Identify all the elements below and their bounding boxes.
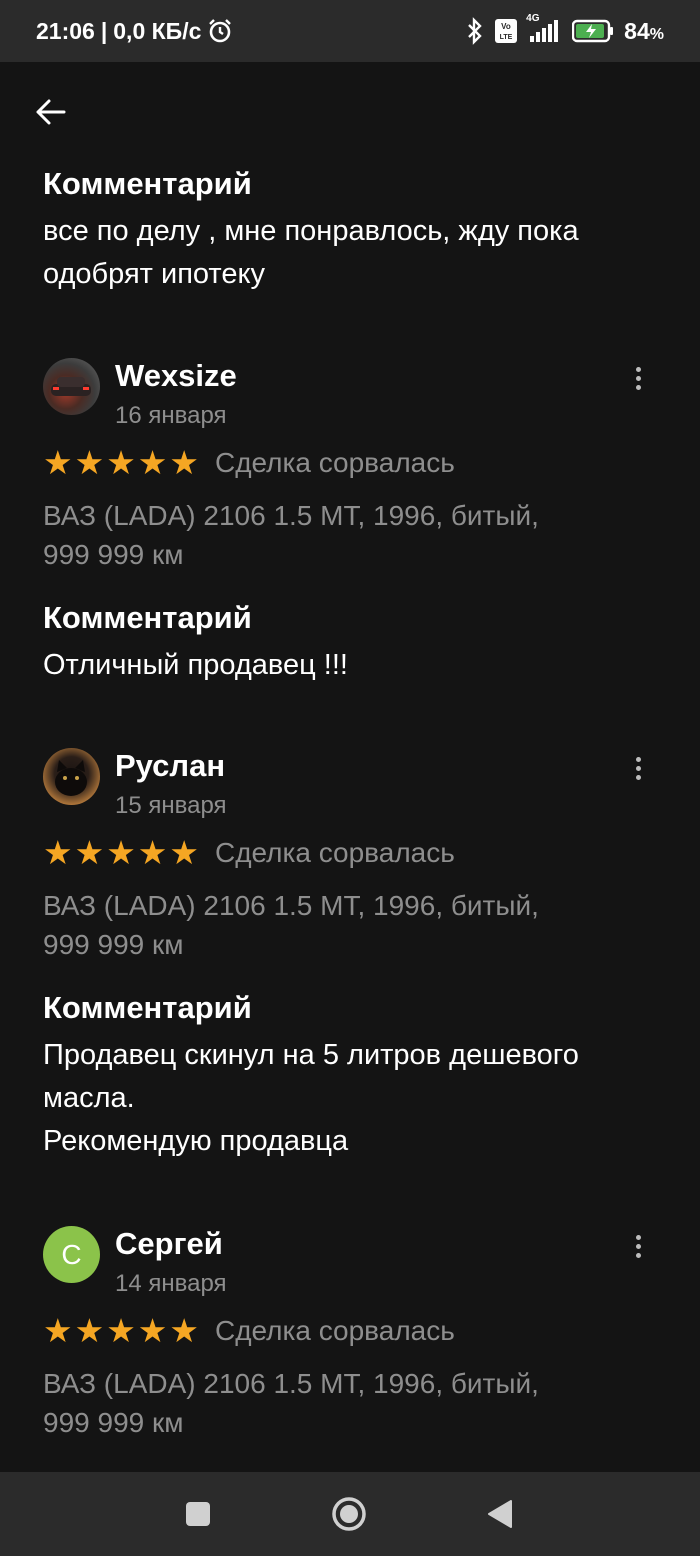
car-info: ВАЗ (LADA) 2106 1.5 MT, 1996, битый, 999…	[43, 496, 663, 574]
comment-line: Отличный продавец !!!	[43, 649, 348, 681]
star-icon: ★	[169, 1312, 199, 1349]
dot-icon	[635, 384, 641, 390]
car-info: ВАЗ (LADA) 2106 1.5 MT, 1996, битый, 999…	[43, 1364, 663, 1442]
network-label: 4G	[526, 13, 540, 24]
comment-line: масла.	[43, 1082, 135, 1114]
reviewer-name[interactable]: Wexsize	[115, 358, 237, 394]
dot-icon	[635, 774, 641, 780]
review-date: 14 января	[115, 1270, 227, 1297]
comment-line: Продавец скинул на 5 литров дешевого	[43, 1039, 579, 1071]
star-icon: ★	[106, 1312, 136, 1349]
star-icon: ★	[43, 444, 73, 481]
dot-icon	[635, 1234, 641, 1240]
status-left: 21:06 | 0,0 КБ/с	[36, 18, 233, 45]
status-separator: |	[100, 17, 108, 44]
avatar[interactable]	[43, 358, 100, 415]
square-icon	[185, 1501, 211, 1527]
avatar[interactable]: С	[43, 1226, 100, 1283]
alarm-clock-icon	[207, 18, 233, 44]
star-icon: ★	[43, 834, 73, 871]
star-icon: ★	[74, 1312, 105, 1349]
star-icon: ★	[106, 834, 136, 871]
comment-line: Рекомендую продавца	[43, 1125, 349, 1157]
avatar-letter: С	[61, 1238, 82, 1270]
star-icon: ★	[169, 834, 199, 871]
comment-text: все по делу , мне понравлось, жду пока о…	[43, 210, 663, 296]
star-icon: ★	[169, 444, 199, 481]
rating-stars: ★ ★ ★ ★ ★	[43, 836, 199, 869]
deal-status: Сделка сорвалась	[214, 1314, 455, 1346]
back-button[interactable]	[28, 90, 72, 134]
battery-charging-icon	[572, 19, 614, 43]
star-icon: ★	[43, 1312, 73, 1349]
home-button[interactable]	[327, 1492, 371, 1536]
recents-button[interactable]	[176, 1492, 220, 1536]
reviews-screen: Комментарий все по делу , мне понравлось…	[0, 62, 700, 1472]
comment-line: все по делу , мне понравлось, жду пока	[43, 215, 579, 247]
comment-line: одобрят ипотеку	[43, 258, 265, 290]
car-info-line: ВАЗ (LADA) 2106 1.5 MT, 1996, битый,	[43, 890, 539, 921]
dot-icon	[635, 765, 641, 771]
status-right: Vo LTE 4G 84%	[466, 13, 664, 45]
deal-status: Сделка сорвалась	[214, 446, 455, 478]
reviewer-name[interactable]: Сергей	[115, 1226, 223, 1262]
comment-title: Комментарий	[43, 990, 252, 1025]
comment-title: Комментарий	[43, 166, 252, 201]
svg-text:LTE: LTE	[500, 34, 513, 41]
comment-text: Продавец скинул на 5 литров дешевого мас…	[43, 1034, 663, 1163]
deal-status: Сделка сорвалась	[214, 836, 455, 868]
rating-stars: ★ ★ ★ ★ ★	[43, 1314, 199, 1347]
car-info-line: 999 999 км	[43, 1407, 184, 1438]
dot-icon	[635, 756, 641, 762]
more-options-button[interactable]	[626, 752, 650, 784]
svg-text:Vo: Vo	[501, 22, 511, 31]
signal-bars-icon: 4G	[526, 13, 562, 43]
star-icon: ★	[106, 444, 136, 481]
star-icon: ★	[137, 834, 168, 871]
more-options-button[interactable]	[626, 362, 650, 394]
review-date: 16 января	[115, 402, 227, 429]
rating-row: ★ ★ ★ ★ ★ Сделка сорвалась	[43, 1314, 455, 1347]
nav-back-button[interactable]	[478, 1492, 522, 1536]
review-date: 15 января	[115, 792, 227, 819]
star-icon: ★	[137, 444, 168, 481]
rating-stars: ★ ★ ★ ★ ★	[43, 446, 199, 479]
car-info-line: 999 999 км	[43, 929, 184, 960]
dot-icon	[635, 1243, 641, 1249]
rating-row: ★ ★ ★ ★ ★ Сделка сорвалась	[43, 446, 455, 479]
triangle-back-icon	[487, 1499, 513, 1529]
reviewer-name[interactable]: Руслан	[115, 748, 225, 784]
star-icon: ★	[137, 1312, 168, 1349]
bluetooth-icon	[466, 17, 484, 45]
star-icon: ★	[74, 444, 105, 481]
battery-level: 84%	[624, 17, 664, 44]
more-options-button[interactable]	[626, 1230, 650, 1262]
star-icon: ★	[74, 834, 105, 871]
status-speed: 0,0 КБ/с	[113, 17, 202, 44]
comment-title: Комментарий	[43, 600, 252, 635]
status-time: 21:06	[36, 17, 95, 44]
rating-row: ★ ★ ★ ★ ★ Сделка сорвалась	[43, 836, 455, 869]
avatar[interactable]	[43, 748, 100, 805]
circle-home-icon	[331, 1496, 367, 1532]
dot-icon	[635, 366, 641, 372]
comment-text: Отличный продавец !!!	[43, 644, 663, 687]
car-info-line: ВАЗ (LADA) 2106 1.5 MT, 1996, битый,	[43, 1368, 539, 1399]
dot-icon	[635, 375, 641, 381]
car-info-line: ВАЗ (LADA) 2106 1.5 MT, 1996, битый,	[43, 500, 539, 531]
status-bar: 21:06 | 0,0 КБ/с Vo LTE 4G 84%	[0, 0, 700, 62]
car-info: ВАЗ (LADA) 2106 1.5 MT, 1996, битый, 999…	[43, 886, 663, 964]
arrow-left-icon	[34, 98, 66, 126]
system-nav-bar	[0, 1472, 700, 1556]
dot-icon	[635, 1252, 641, 1258]
car-info-line: 999 999 км	[43, 539, 184, 570]
volte-icon: Vo LTE	[494, 18, 518, 44]
